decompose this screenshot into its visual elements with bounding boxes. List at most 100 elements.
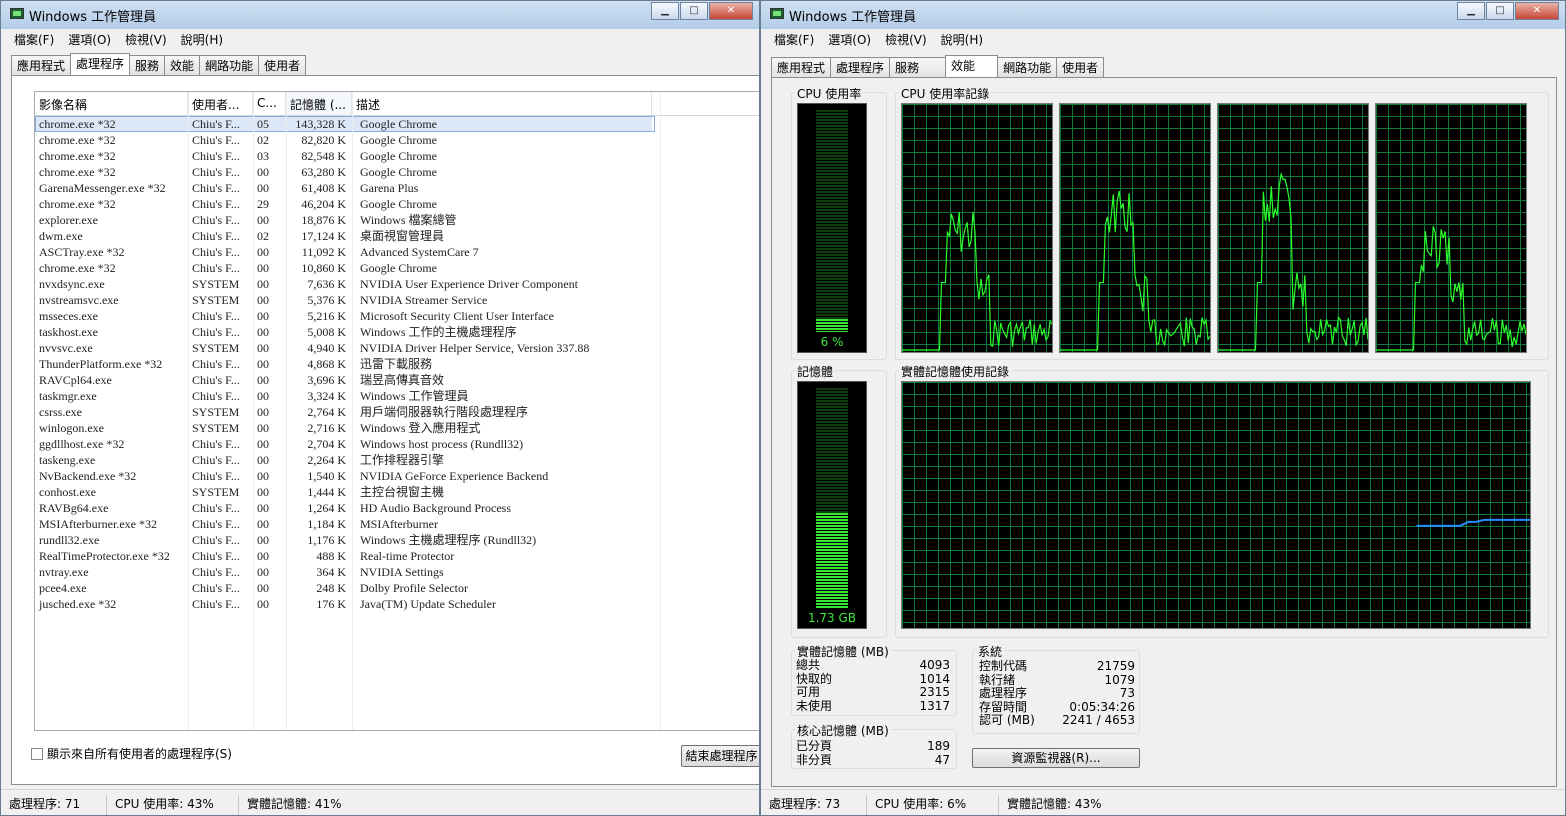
cell-description: Google Chrome: [360, 197, 437, 211]
table-row[interactable]: ggdllhost.exe *32 Chiu's F... 00 2,704 K Win…: [35, 436, 759, 452]
tab-networking[interactable]: 網路功能: [199, 55, 260, 75]
table-row[interactable]: chrome.exe *32 Chiu's F... 03 82,548 K Googl…: [35, 148, 759, 164]
cell-memory: 46,204 K: [301, 197, 346, 211]
physical-memory-group: 實體記憶體 (MB) 總共 4093 快取的 1014 可用 2315 未使用 1317: [791, 643, 957, 716]
tab-services[interactable]: 服務: [129, 55, 166, 75]
tab-applications[interactable]: 應用程式: [11, 55, 72, 75]
cpu-history-line: [1376, 226, 1526, 351]
tab-processes[interactable]: 處理程序: [830, 57, 891, 77]
maximize-button[interactable]: □: [1486, 2, 1514, 20]
kernel-memory-title: 核心記憶體 (MB): [795, 722, 891, 739]
table-row[interactable]: explorer.exe Chiu's F... 00 18,876 K Windows…: [35, 212, 759, 228]
maximize-button[interactable]: □: [680, 2, 708, 20]
column-image-name[interactable]: 影像名稱: [35, 92, 188, 115]
table-row[interactable]: nvtray.exe Chiu's F... 00 364 K NVIDIA Setti…: [35, 564, 759, 580]
tab-processes[interactable]: 處理程序: [70, 53, 131, 75]
cell-user: Chiu's F...: [192, 357, 240, 371]
tab-applications[interactable]: 應用程式: [771, 57, 832, 77]
cell-memory: 18,876 K: [301, 213, 346, 227]
table-row[interactable]: chrome.exe *32 Chiu's F... 00 63,280 K Googl…: [35, 164, 759, 180]
cell-description: 工作排程器引擎: [360, 453, 445, 467]
cell-memory: 5,376 K: [307, 293, 346, 307]
tab-performance[interactable]: 效能: [945, 55, 999, 77]
minimize-button[interactable]: ▁: [651, 2, 679, 20]
menu-view[interactable]: 檢視(V): [878, 29, 934, 49]
table-row[interactable]: rundll32.exe Chiu's F... 00 1,176 K Windows …: [35, 532, 759, 548]
table-row[interactable]: dwm.exe Chiu's F... 02 17,124 K 桌面視窗管理員: [35, 228, 759, 244]
table-row[interactable]: csrss.exe SYSTEM 00 2,764 K 用戶端伺服器執行階段處理程序: [35, 404, 759, 420]
cell-cpu: 00: [257, 389, 269, 403]
menu-help[interactable]: 說明(H): [934, 29, 990, 49]
cell-user: SYSTEM: [192, 485, 240, 499]
resource-monitor-button[interactable]: 資源監視器(R)...: [972, 748, 1140, 768]
tab-services[interactable]: 服務: [889, 57, 947, 77]
table-row[interactable]: chrome.exe *32 Chiu's F... 02 82,820 K Googl…: [35, 132, 759, 148]
process-list[interactable]: 影像名稱 使用者... C... 記憶體 (... 描述 chrome.exe …: [34, 91, 759, 731]
close-button[interactable]: ✕: [1515, 2, 1559, 20]
table-row[interactable]: winlogon.exe SYSTEM 00 2,716 K Windows 登入應用程…: [35, 420, 759, 436]
cell-description: NVIDIA Settings: [360, 565, 444, 579]
table-row[interactable]: nvvsvc.exe SYSTEM 00 4,940 K NVIDIA Driver H…: [35, 340, 759, 356]
end-process-button[interactable]: 結束處理程序: [681, 745, 759, 767]
cell-image-name: chrome.exe *32: [39, 197, 116, 211]
cell-cpu: 00: [257, 309, 269, 323]
menu-options[interactable]: 選項(O): [61, 29, 118, 49]
show-all-users-checkbox[interactable]: [31, 747, 43, 760]
title-bar[interactable]: Windows 工作管理員 ▁ □ ✕: [761, 1, 1565, 29]
menu-options[interactable]: 選項(O): [821, 29, 878, 49]
table-row[interactable]: RAVCpl64.exe Chiu's F... 00 3,696 K 瑞昱高傳真音效: [35, 372, 759, 388]
table-row[interactable]: ASCTray.exe *32 Chiu's F... 00 11,092 K Adva…: [35, 244, 759, 260]
menu-view[interactable]: 檢視(V): [118, 29, 174, 49]
cell-cpu: 00: [257, 325, 269, 339]
window-title: Windows 工作管理員: [29, 10, 157, 25]
tab-users[interactable]: 使用者: [1056, 57, 1105, 77]
cpu-usage-title: CPU 使用率: [795, 85, 864, 102]
menu-file[interactable]: 檔案(F): [7, 29, 61, 49]
table-row[interactable]: msseces.exe Chiu's F... 00 5,216 K Microsoft…: [35, 308, 759, 324]
column-description[interactable]: 描述: [352, 92, 652, 115]
menu-help[interactable]: 說明(H): [174, 29, 230, 49]
table-row[interactable]: RAVBg64.exe Chiu's F... 00 1,264 K HD Audio …: [35, 500, 759, 516]
cell-image-name: RAVBg64.exe: [39, 501, 109, 515]
table-row[interactable]: nvstreamsvc.exe SYSTEM 00 5,376 K NVIDIA Str…: [35, 292, 759, 308]
title-bar[interactable]: Windows 工作管理員 ▁ □ ✕: [1, 1, 759, 29]
column-cpu[interactable]: C...: [253, 92, 286, 115]
table-row[interactable]: conhost.exe SYSTEM 00 1,444 K 主控台視窗主機: [35, 484, 759, 500]
memory-gauge: 1.73 GB: [797, 381, 867, 629]
memory-group: 記憶體 1.73 GB: [791, 363, 887, 638]
table-row[interactable]: chrome.exe *32 Chiu's F... 00 10,860 K Googl…: [35, 260, 759, 276]
menu-file[interactable]: 檔案(F): [767, 29, 821, 49]
show-all-users-option[interactable]: 顯示來自所有使用者的處理程序(S): [31, 745, 232, 762]
status-cpu-usage: CPU 使用率: 43%: [107, 795, 239, 815]
tab-strip: 應用程式 處理程序 服務 效能 網路功能 使用者: [771, 55, 1105, 77]
tab-networking[interactable]: 網路功能: [997, 57, 1058, 77]
table-row[interactable]: taskhost.exe Chiu's F... 00 5,008 K Windows …: [35, 324, 759, 340]
cell-user: Chiu's F...: [192, 501, 240, 515]
cell-description: Google Chrome: [360, 133, 437, 147]
table-row[interactable]: taskmgr.exe Chiu's F... 00 3,324 K Windows 工…: [35, 388, 759, 404]
close-button[interactable]: ✕: [709, 2, 753, 20]
table-row[interactable]: nvxdsync.exe SYSTEM 00 7,636 K NVIDIA User E…: [35, 276, 759, 292]
table-row[interactable]: ThunderPlatform.exe *32 Chiu's F... 00 4,86…: [35, 356, 759, 372]
processes-panel: 影像名稱 使用者... C... 記憶體 (... 描述 chrome.exe …: [11, 75, 759, 785]
table-row[interactable]: RealTimeProtector.exe *32 Chiu's F... 00 48…: [35, 548, 759, 564]
minimize-button[interactable]: ▁: [1457, 2, 1485, 20]
cell-description: Garena Plus: [360, 181, 419, 195]
cell-description: Windows 工作的主機處理程序: [360, 325, 517, 339]
column-memory[interactable]: 記憶體 (...: [286, 92, 352, 115]
tab-performance[interactable]: 效能: [164, 55, 201, 75]
table-row[interactable]: MSIAfterburner.exe *32 Chiu's F... 00 1,184…: [35, 516, 759, 532]
table-row[interactable]: jusched.exe *32 Chiu's F... 00 176 K Java(TM…: [35, 596, 759, 612]
tab-users[interactable]: 使用者: [258, 55, 307, 75]
cell-memory: 17,124 K: [301, 229, 346, 243]
table-row[interactable]: NvBackend.exe *32 Chiu's F... 00 1,540 K NVI…: [35, 468, 759, 484]
table-row[interactable]: chrome.exe *32 Chiu's F... 29 46,204 K Googl…: [35, 196, 759, 212]
column-user[interactable]: 使用者...: [188, 92, 253, 115]
table-row[interactable]: taskeng.exe Chiu's F... 00 2,264 K 工作排程器引擎: [35, 452, 759, 468]
stat-row: 未使用 1317: [796, 698, 950, 713]
table-row[interactable]: pcee4.exe Chiu's F... 00 248 K Dolby Profile…: [35, 580, 759, 596]
cell-cpu: 00: [257, 437, 269, 451]
table-row[interactable]: chrome.exe *32 Chiu's F... 05 143,328 K Goog…: [35, 116, 655, 132]
table-row[interactable]: GarenaMessenger.exe *32 Chiu's F... 00 61,4…: [35, 180, 759, 196]
stat-row: 存留時間 0:05:34:26: [979, 699, 1135, 714]
